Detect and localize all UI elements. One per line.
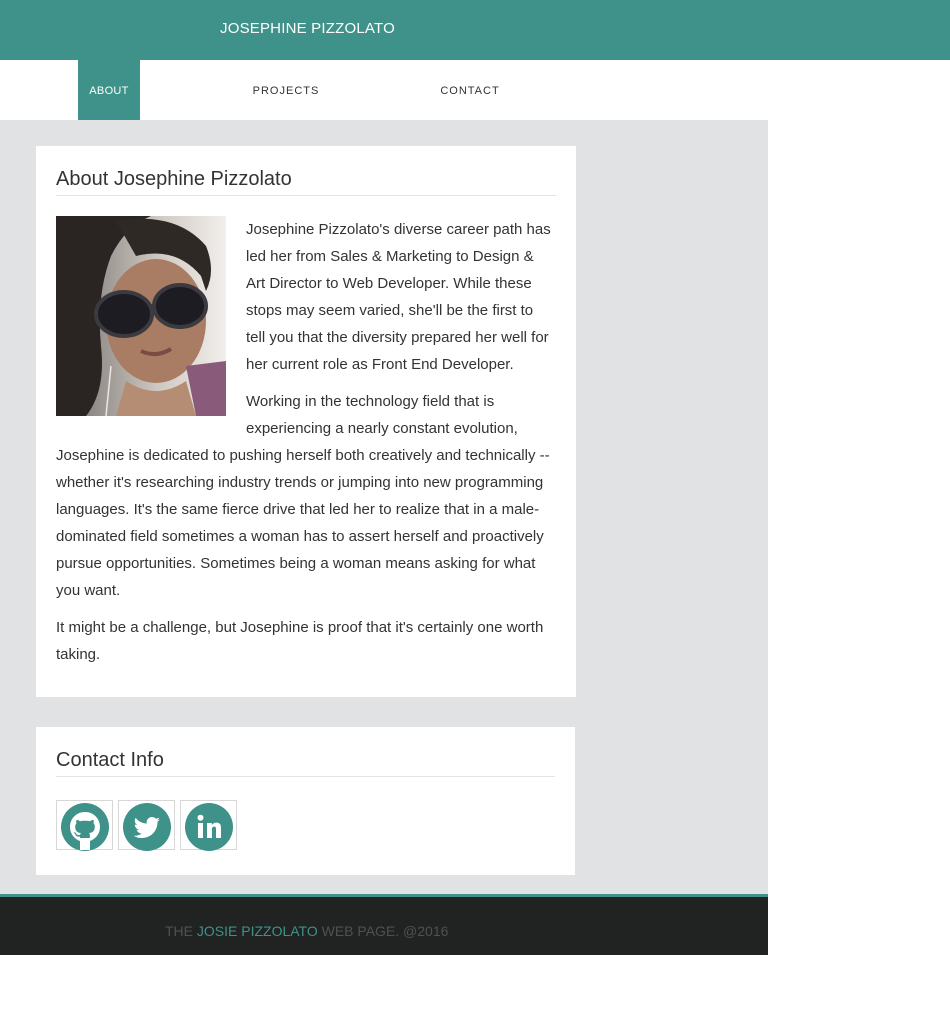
footer-highlight: JOSIE PIZZOLATO xyxy=(196,923,318,939)
footer-suffix: WEB PAGE. @2016 xyxy=(317,923,449,939)
twitter-link[interactable] xyxy=(118,800,175,851)
footer-prefix: THE xyxy=(165,923,197,939)
main-nav: ABOUT PROJECTS CONTACT xyxy=(0,60,768,120)
nav-item-contact[interactable]: CONTACT xyxy=(434,60,506,120)
twitter-icon xyxy=(123,803,171,851)
nav-item-projects[interactable]: PROJECTS xyxy=(246,60,326,120)
site-footer: THE JOSIE PIZZOLATO WEB PAGE. @2016 xyxy=(0,894,768,955)
linkedin-link[interactable] xyxy=(180,800,237,851)
site-header: JOSEPHINE PIZZOLATO xyxy=(0,0,950,60)
linkedin-icon xyxy=(185,803,233,851)
about-paragraph: It might be a challenge, but Josephine i… xyxy=(56,619,544,663)
about-card: About Josephine Pizzolato Josephine Pizz… xyxy=(36,146,576,697)
profile-photo xyxy=(56,216,226,416)
footer-text: THE JOSIE PIZZOLATO WEB PAGE. @2016 xyxy=(165,923,448,939)
nav-item-about[interactable]: ABOUT xyxy=(78,60,140,120)
github-icon xyxy=(61,803,109,851)
about-paragraph: Working in the technology field that is … xyxy=(56,393,550,599)
site-title[interactable]: JOSEPHINE PIZZOLATO xyxy=(220,20,395,37)
social-links xyxy=(56,800,555,851)
contact-card: Contact Info xyxy=(36,727,575,875)
github-link[interactable] xyxy=(56,800,113,851)
main-content: About Josephine Pizzolato Josephine Pizz… xyxy=(0,120,768,896)
about-body: Josephine Pizzolato's diverse career pat… xyxy=(56,196,556,668)
about-heading: About Josephine Pizzolato xyxy=(56,166,556,196)
contact-heading: Contact Info xyxy=(56,747,555,777)
